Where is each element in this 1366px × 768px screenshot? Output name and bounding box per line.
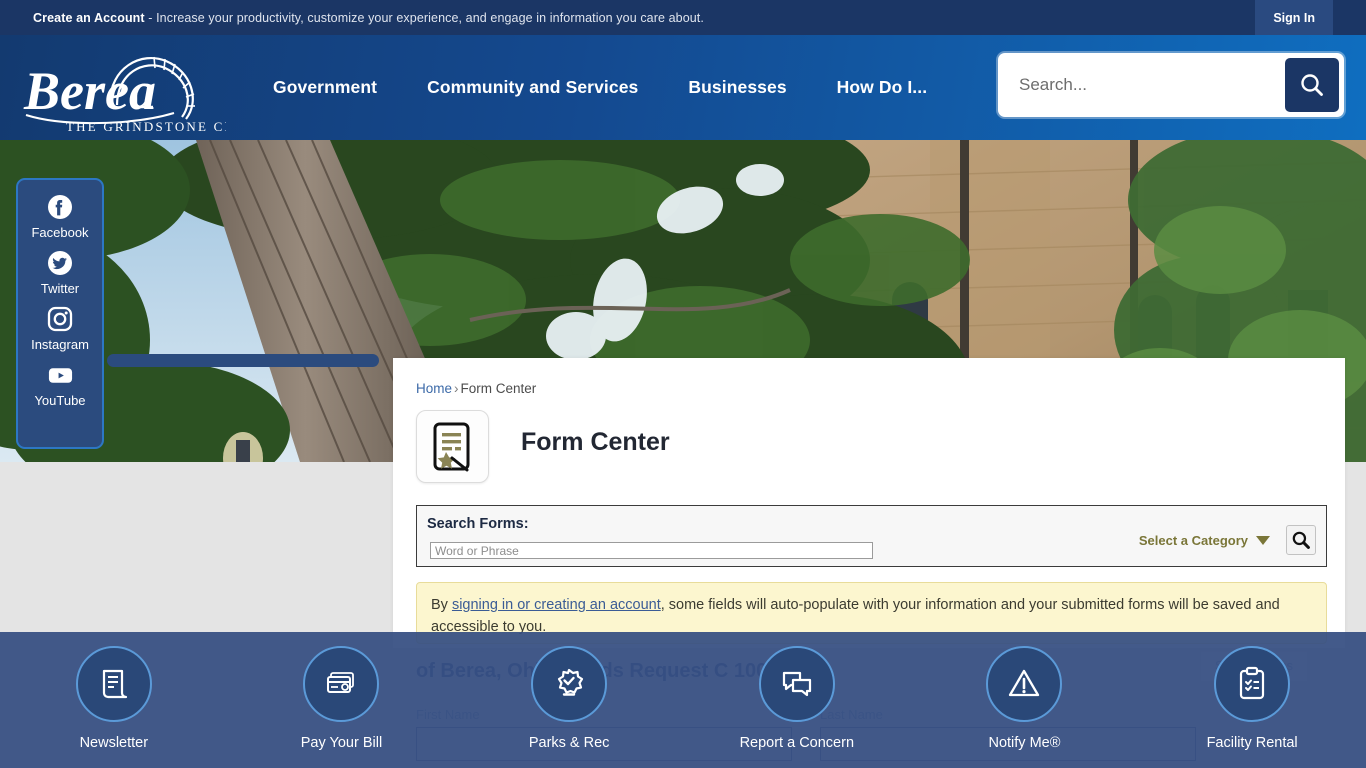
nav-item-businesses[interactable]: Businesses <box>663 77 811 98</box>
header-search-input[interactable] <box>1003 59 1285 111</box>
hero-accent-bar <box>107 354 379 367</box>
alert-triangle-icon <box>1009 669 1040 697</box>
social-label-instagram: Instagram <box>31 337 89 352</box>
site-header: Berea THE GRINDSTONE CITY Government Com… <box>0 35 1366 140</box>
quick-link-icon-circle <box>75 646 152 722</box>
berea-logo-icon: Berea THE GRINDSTONE CITY <box>23 56 226 134</box>
nav-item-how-do-i[interactable]: How Do I... <box>812 77 953 98</box>
header-search-button[interactable] <box>1285 58 1339 112</box>
search-forms-label: Search Forms: <box>427 516 529 532</box>
newsletter-icon <box>102 669 127 699</box>
notice-prefix: By <box>431 597 452 613</box>
parks-leaf-icon <box>558 668 584 696</box>
search-forms-input[interactable] <box>430 542 873 559</box>
chat-bubbles-icon <box>782 671 811 697</box>
social-link-instagram[interactable]: Instagram <box>31 305 89 352</box>
sign-in-notice-link[interactable]: signing in or creating an account <box>452 597 661 613</box>
quick-link-label: Parks & Rec <box>528 735 610 751</box>
search-forms-button[interactable] <box>1286 525 1316 555</box>
social-link-youtube[interactable]: YouTube <box>34 361 86 408</box>
quick-link-icon-circle <box>303 646 380 722</box>
breadcrumb: Home › Form Center <box>416 381 536 396</box>
quick-link-icon-circle <box>531 646 608 722</box>
chevron-down-icon <box>1256 536 1270 545</box>
breadcrumb-separator: › <box>454 381 459 396</box>
nav-item-government[interactable]: Government <box>248 77 402 98</box>
clipboard-icon <box>1240 666 1265 700</box>
social-label-youtube: YouTube <box>34 393 86 408</box>
main-navigation: Government Community and Services Busine… <box>248 35 952 140</box>
page-header: Form Center <box>416 410 670 483</box>
select-category-dropdown[interactable]: Select a Category <box>1139 533 1270 548</box>
quick-link-pay-your-bill[interactable]: Pay Your Bill <box>241 646 441 751</box>
credit-card-icon <box>327 672 355 693</box>
create-account-description: - Increase your productivity, customize … <box>144 10 704 25</box>
social-links-rail: Facebook Twitter Instagram YouTube <box>16 178 104 449</box>
quick-link-newsletter[interactable]: Newsletter <box>14 646 214 751</box>
quick-link-icon-circle <box>1214 646 1291 722</box>
quick-link-icon-circle <box>986 646 1063 722</box>
sign-in-button[interactable]: Sign In <box>1255 0 1333 35</box>
site-logo[interactable]: Berea THE GRINDSTONE CITY <box>14 43 226 135</box>
social-link-twitter[interactable]: Twitter <box>41 249 79 296</box>
breadcrumb-home-link[interactable]: Home <box>416 381 452 396</box>
youtube-icon <box>47 361 74 388</box>
social-link-facebook[interactable]: Facebook <box>31 193 89 240</box>
quick-link-notify-me[interactable]: Notify Me® <box>924 646 1124 751</box>
quick-link-label: Notify Me® <box>988 735 1061 751</box>
main-content-panel: Home › Form Center Form Center Search Form… <box>393 358 1345 648</box>
social-label-facebook: Facebook <box>31 225 89 240</box>
footer-quick-links: Newsletter Pay Your Bill Parks & Rec Rep… <box>0 632 1366 768</box>
quick-link-facility-rental[interactable]: Facility Rental <box>1152 646 1352 751</box>
svg-text:THE GRINDSTONE CITY: THE GRINDSTONE CITY <box>66 119 226 134</box>
select-category-label: Select a Category <box>1138 533 1248 548</box>
search-forms-panel: Search Forms: Select a Category <box>416 505 1327 567</box>
quick-link-report-a-concern[interactable]: Report a Concern <box>697 646 897 751</box>
page-icon-container <box>416 410 489 483</box>
quick-link-parks-and-rec[interactable]: Parks & Rec <box>469 646 669 751</box>
create-account-link[interactable]: Create an Account <box>33 11 145 25</box>
twitter-icon <box>46 249 73 276</box>
svg-text:Berea: Berea <box>23 61 156 121</box>
nav-item-community-and-services[interactable]: Community and Services <box>402 77 663 98</box>
social-label-twitter: Twitter <box>40 281 80 296</box>
create-account-message: Create an Account - Increase your produc… <box>0 11 704 25</box>
account-bar: Create an Account - Increase your produc… <box>0 0 1366 35</box>
page-root: Create an Account - Increase your produc… <box>0 0 1366 768</box>
page-title: Form Center <box>521 428 670 456</box>
quick-link-label: Newsletter <box>79 735 149 751</box>
facebook-icon <box>47 193 74 220</box>
quick-link-label: Facility Rental <box>1206 735 1298 751</box>
search-icon <box>1292 531 1310 549</box>
search-icon <box>1301 74 1323 96</box>
header-search-bar <box>998 53 1344 117</box>
instagram-icon <box>47 305 74 332</box>
quick-link-icon-circle <box>758 646 835 722</box>
quick-link-label: Pay Your Bill <box>300 735 383 751</box>
breadcrumb-current: Form Center <box>460 381 537 396</box>
quick-link-label: Report a Concern <box>739 735 855 751</box>
form-wand-icon <box>433 422 469 471</box>
sign-in-label: Sign In <box>1273 10 1315 25</box>
